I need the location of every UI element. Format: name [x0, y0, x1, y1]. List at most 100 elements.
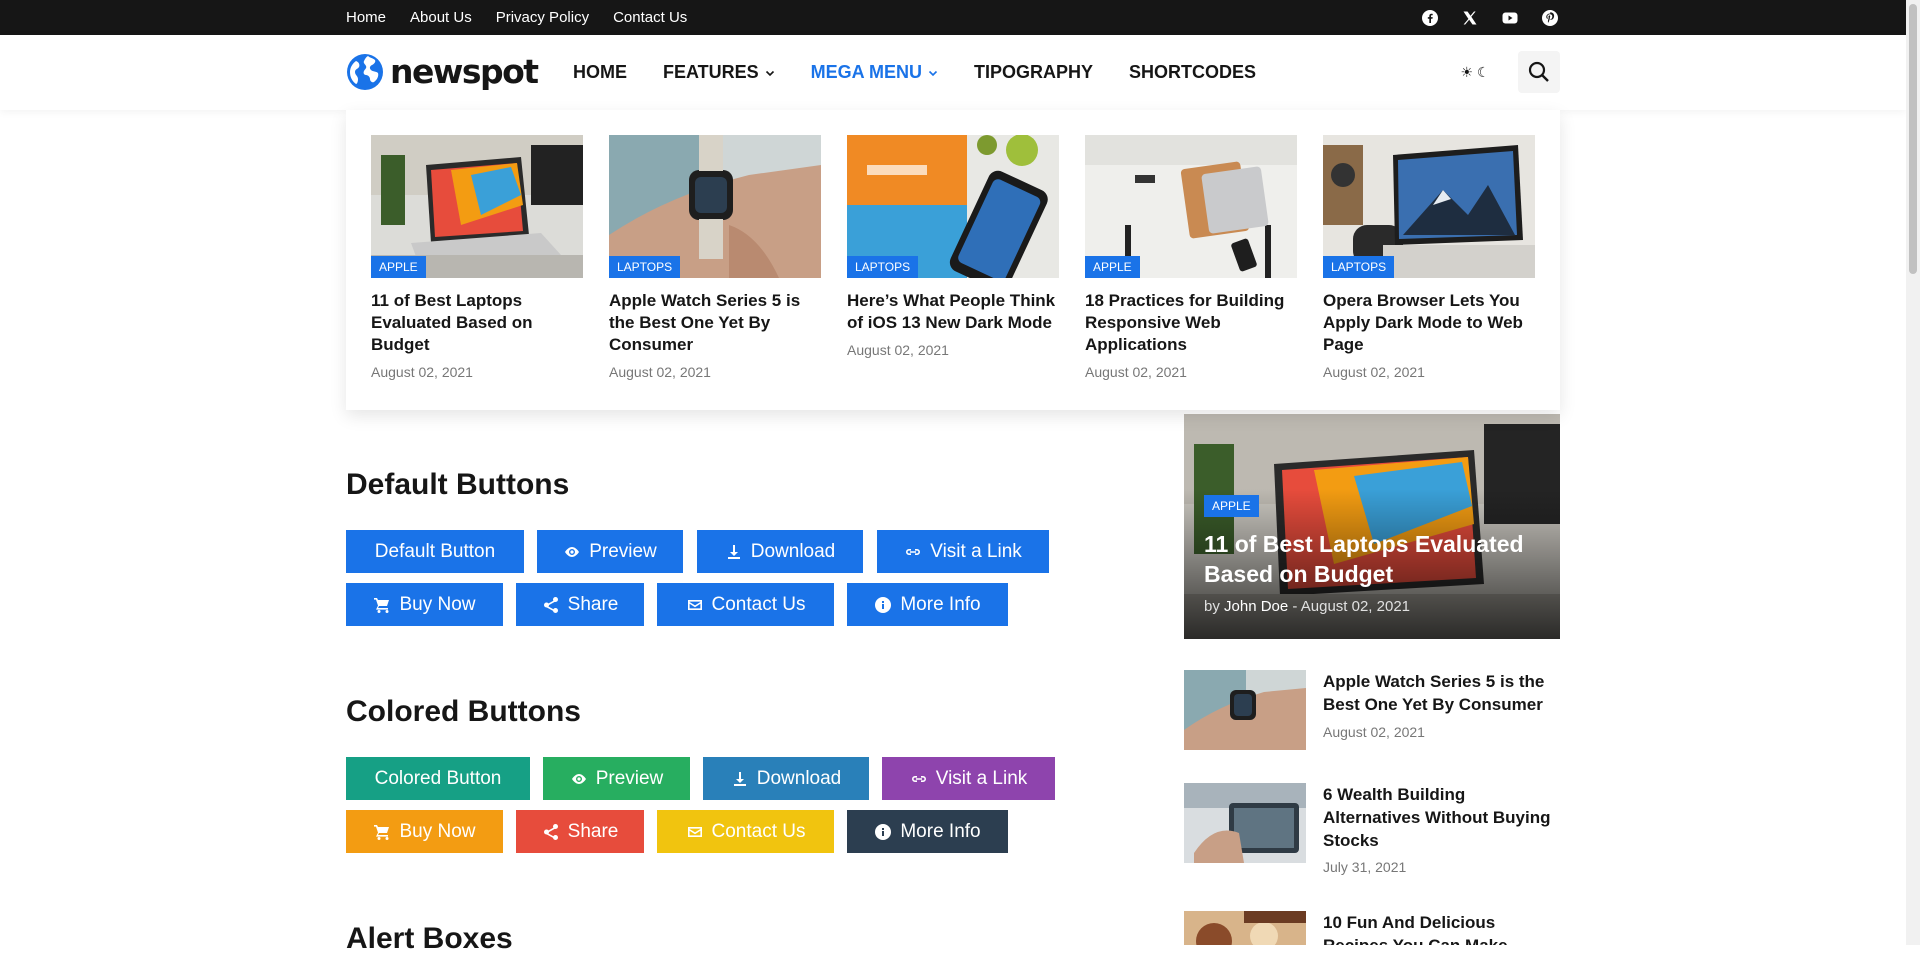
post-title[interactable]: 18 Practices for Building Responsive Web… [1085, 290, 1297, 356]
mega-menu-card[interactable]: LAPTOPS Here’s What People Think of iOS … [847, 135, 1059, 358]
nav-tipography[interactable]: TIPOGRAPHY [974, 62, 1093, 83]
mail-icon [687, 599, 702, 610]
post-thumbnail[interactable]: LAPTOPS [609, 135, 821, 278]
nav-features-label: FEATURES [663, 62, 759, 82]
download-button[interactable]: Download [697, 530, 863, 573]
button-label: Visit a Link [930, 540, 1022, 562]
colored-contact-us-button[interactable]: Contact Us [657, 810, 834, 853]
post-thumbnail[interactable]: APPLE [1085, 135, 1297, 278]
button-label: Preview [589, 540, 657, 562]
nav-home-label: HOME [573, 62, 627, 82]
youtube-icon[interactable] [1500, 8, 1520, 28]
colored-preview-button[interactable]: Preview [543, 757, 690, 800]
link-icon [911, 775, 926, 782]
post-thumbnail[interactable]: LAPTOPS [847, 135, 1059, 278]
buy-now-button[interactable]: Buy Now [346, 583, 503, 626]
colored-buttons-heading: Colored Buttons [346, 695, 581, 728]
post-thumbnail[interactable] [1184, 911, 1306, 945]
button-label: Download [756, 767, 842, 789]
post-title[interactable]: Here’s What People Think of iOS 13 New D… [847, 290, 1059, 334]
category-badge[interactable]: LAPTOPS [1323, 256, 1395, 278]
top-link-contact[interactable]: Contact Us [613, 9, 687, 26]
colored-buy-now-button[interactable]: Buy Now [346, 810, 503, 853]
author-link[interactable]: John Doe [1224, 598, 1288, 615]
button-label: Colored Button [374, 767, 502, 789]
post-title[interactable]: Apple Watch Series 5 is the Best One Yet… [1323, 670, 1560, 716]
contact-us-button[interactable]: Contact Us [657, 583, 834, 626]
recipe-thumb-image [1184, 911, 1306, 945]
top-link-about[interactable]: About Us [410, 9, 472, 26]
visit-link-button[interactable]: Visit a Link [877, 530, 1049, 573]
button-label: Contact Us [711, 593, 806, 615]
post-title[interactable]: 10 Fun And Delicious Recipes You Can Mak… [1323, 911, 1560, 945]
category-badge[interactable]: LAPTOPS [609, 256, 681, 278]
default-buttons-heading: Default Buttons [346, 468, 570, 501]
featured-post[interactable]: APPLE 11 of Best Laptops Evaluated Based… [1184, 414, 1560, 639]
post-title[interactable]: 6 Wealth Building Alternatives Without B… [1323, 783, 1560, 852]
button-label: Contact Us [711, 820, 806, 842]
post-thumbnail[interactable]: APPLE [371, 135, 583, 278]
mega-menu-dropdown: APPLE 11 of Best Laptops Evaluated Based… [346, 110, 1560, 410]
x-twitter-icon[interactable] [1460, 8, 1480, 28]
post-thumbnail[interactable]: LAPTOPS [1323, 135, 1535, 278]
nav-home[interactable]: HOME [573, 62, 627, 83]
colored-more-info-button[interactable]: More Info [847, 810, 1008, 853]
post-thumbnail[interactable] [1184, 783, 1306, 863]
nav-shortcodes[interactable]: SHORTCODES [1129, 62, 1256, 83]
byline-prefix: by [1204, 598, 1220, 615]
preview-button[interactable]: Preview [537, 530, 683, 573]
dark-mode-toggle[interactable]: ☀ ☾ [1456, 60, 1494, 84]
top-link-privacy[interactable]: Privacy Policy [496, 9, 589, 26]
sidebar-post-item[interactable]: Apple Watch Series 5 is the Best One Yet… [1184, 670, 1560, 760]
link-icon [906, 548, 921, 555]
colored-visit-link-button[interactable]: Visit a Link [882, 757, 1055, 800]
nav-shortcodes-label: SHORTCODES [1129, 62, 1257, 82]
button-label: Visit a Link [935, 767, 1028, 789]
colored-button[interactable]: Colored Button [346, 757, 530, 800]
featured-post-meta: by John Doe - August 02, 2021 [1204, 598, 1410, 615]
page-scrollbar[interactable] [1906, 0, 1920, 945]
scrollbar-thumb[interactable] [1909, 4, 1917, 274]
button-label: Buy Now [399, 593, 476, 615]
nav-tipography-label: TIPOGRAPHY [974, 62, 1094, 82]
more-info-button[interactable]: More Info [847, 583, 1008, 626]
button-label: Preview [595, 767, 664, 789]
category-badge[interactable]: LAPTOPS [847, 256, 919, 278]
post-date: August 02, 2021 [847, 342, 949, 358]
mail-icon [687, 826, 702, 837]
post-title[interactable]: 11 of Best Laptops Evaluated Based on Bu… [371, 290, 583, 356]
sidebar-post-item[interactable]: 10 Fun And Delicious Recipes You Can Mak… [1184, 911, 1560, 945]
colored-download-button[interactable]: Download [703, 757, 869, 800]
share-icon [543, 596, 558, 613]
cart-icon [374, 824, 390, 840]
default-button[interactable]: Default Button [346, 530, 524, 573]
post-thumbnail[interactable] [1184, 670, 1306, 750]
mega-menu-card[interactable]: LAPTOPS Opera Browser Lets You Apply Dar… [1323, 135, 1535, 380]
button-label: More Info [900, 820, 981, 842]
button-label: Buy Now [399, 820, 476, 842]
mega-menu-card[interactable]: APPLE 11 of Best Laptops Evaluated Based… [371, 135, 583, 380]
button-label: Share [567, 820, 619, 842]
category-badge[interactable]: APPLE [1085, 256, 1140, 278]
share-button[interactable]: Share [516, 583, 644, 626]
sidebar-post-item[interactable]: 6 Wealth Building Alternatives Without B… [1184, 783, 1560, 875]
facebook-icon[interactable] [1420, 8, 1440, 28]
site-logo[interactable]: newspot [346, 52, 539, 91]
nav-mega-menu[interactable]: MEGA MENU [811, 62, 938, 83]
nav-features[interactable]: FEATURES [663, 62, 775, 83]
post-title[interactable]: Apple Watch Series 5 is the Best One Yet… [609, 290, 821, 356]
featured-post-title[interactable]: 11 of Best Laptops Evaluated Based on Bu… [1204, 529, 1544, 589]
button-label: Default Button [374, 540, 496, 562]
post-title[interactable]: Opera Browser Lets You Apply Dark Mode t… [1323, 290, 1535, 356]
top-link-home[interactable]: Home [346, 9, 386, 26]
button-label: Download [750, 540, 836, 562]
search-button[interactable] [1518, 51, 1560, 93]
mega-menu-card[interactable]: APPLE 18 Practices for Building Responsi… [1085, 135, 1297, 380]
colored-share-button[interactable]: Share [516, 810, 644, 853]
pinterest-icon[interactable] [1540, 8, 1560, 28]
eye-icon [571, 773, 586, 784]
category-badge[interactable]: APPLE [1204, 495, 1259, 517]
category-badge[interactable]: APPLE [371, 256, 426, 278]
mega-menu-card[interactable]: LAPTOPS Apple Watch Series 5 is the Best… [609, 135, 821, 380]
logo-text: newspot [390, 52, 539, 91]
